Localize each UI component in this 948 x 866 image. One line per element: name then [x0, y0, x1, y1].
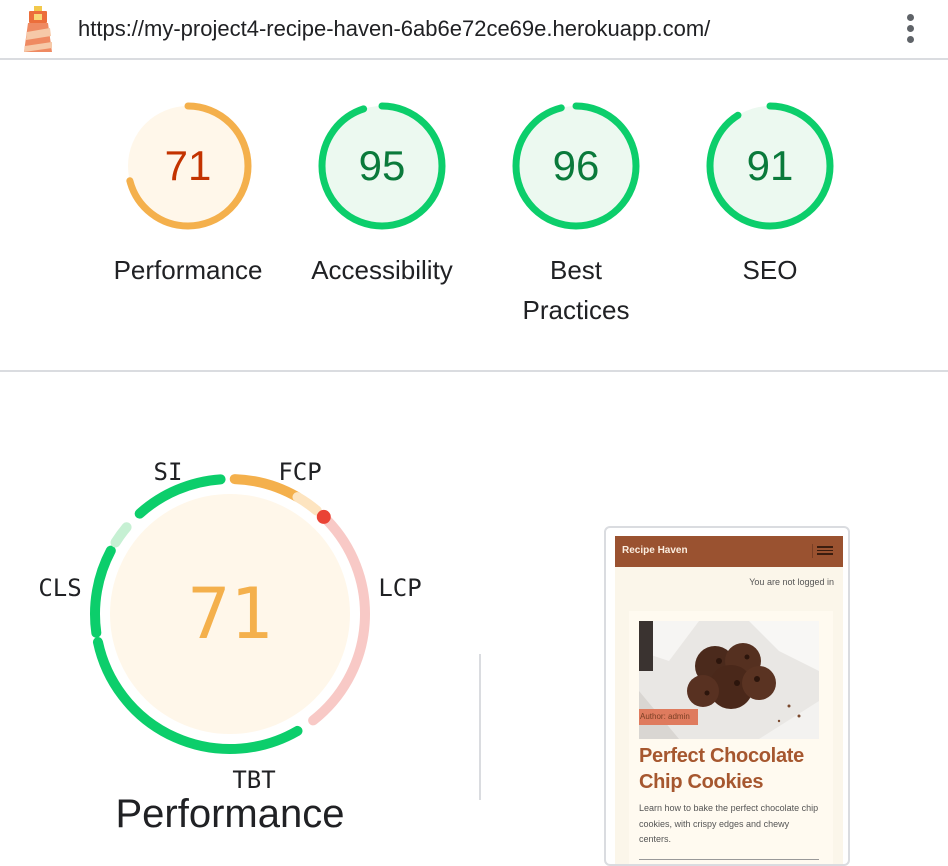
performance-score: 71 [188, 573, 272, 655]
preview-navbar: Recipe Haven [615, 536, 843, 567]
gauge-label: Accessibility [311, 255, 453, 285]
metric-arc-fcp-light [292, 492, 322, 516]
hamburger-icon [812, 544, 833, 558]
report-header: https://my-project4-recipe-haven-6ab6e72… [0, 0, 948, 60]
vertical-divider [479, 654, 481, 800]
preview-recipe-card: Author: admin Perfect Chocolate Chip Coo… [629, 611, 833, 864]
metric-label-fcp[interactable]: FCP [278, 458, 321, 486]
gauge-seo[interactable]: 91 SEO [680, 100, 860, 290]
gauge-accessibility[interactable]: 95 Accessibility [292, 100, 472, 290]
gauge-ring: 91 [706, 102, 834, 230]
metric-marker-lcp [316, 509, 331, 524]
preview-body: You are not logged in Author: admin Perf… [615, 567, 843, 864]
metric-arc-si-light [110, 522, 132, 548]
gauge-ring: 95 [318, 102, 446, 230]
recipe-title[interactable]: Perfect Chocolate Chip Cookies [639, 743, 825, 795]
performance-title: Performance [115, 792, 345, 836]
author-badge: Author: admin [639, 709, 698, 725]
gauge-ring: 96 [512, 102, 640, 230]
lighthouse-icon [24, 6, 52, 52]
page-screenshot-preview[interactable]: Recipe Haven You are not logged in Autho… [604, 526, 850, 866]
gauge-performance[interactable]: 71 Performance [98, 100, 278, 290]
report-url[interactable]: https://my-project4-recipe-haven-6ab6e72… [78, 16, 710, 42]
gauge-score: 96 [553, 142, 600, 189]
metric-label-si[interactable]: SI [154, 458, 183, 486]
performance-section: 71 SI FCP LCP TBT CLS Performance Recipe… [0, 372, 948, 866]
gauge-best-practices[interactable]: 96 Best Practices [486, 100, 666, 330]
gauge-score: 91 [747, 142, 794, 189]
gauge-ring: 71 [124, 102, 252, 230]
metric-label-tbt[interactable]: TBT [232, 766, 275, 792]
gauge-score: 95 [359, 142, 406, 189]
kebab-menu-icon[interactable] [900, 12, 920, 48]
preview-brand: Recipe Haven [622, 545, 688, 556]
gauge-label: Performance [113, 255, 263, 285]
performance-metrics-gauge: 71 SI FCP LCP TBT CLS [38, 458, 421, 792]
gauge-label: Best Practices [522, 255, 630, 325]
metric-label-cls[interactable]: CLS [38, 574, 81, 602]
recipe-description: Learn how to bake the perfect chocolate … [639, 803, 819, 844]
score-gauges: 71 Performance 95 Accessibility 96 Best … [0, 62, 948, 370]
gauge-score: 71 [165, 142, 212, 189]
metric-arc-cls [90, 545, 116, 638]
preview-login-status: You are not logged in [749, 577, 834, 587]
gauge-label: SEO [742, 255, 798, 285]
metric-label-lcp[interactable]: LCP [378, 574, 421, 602]
